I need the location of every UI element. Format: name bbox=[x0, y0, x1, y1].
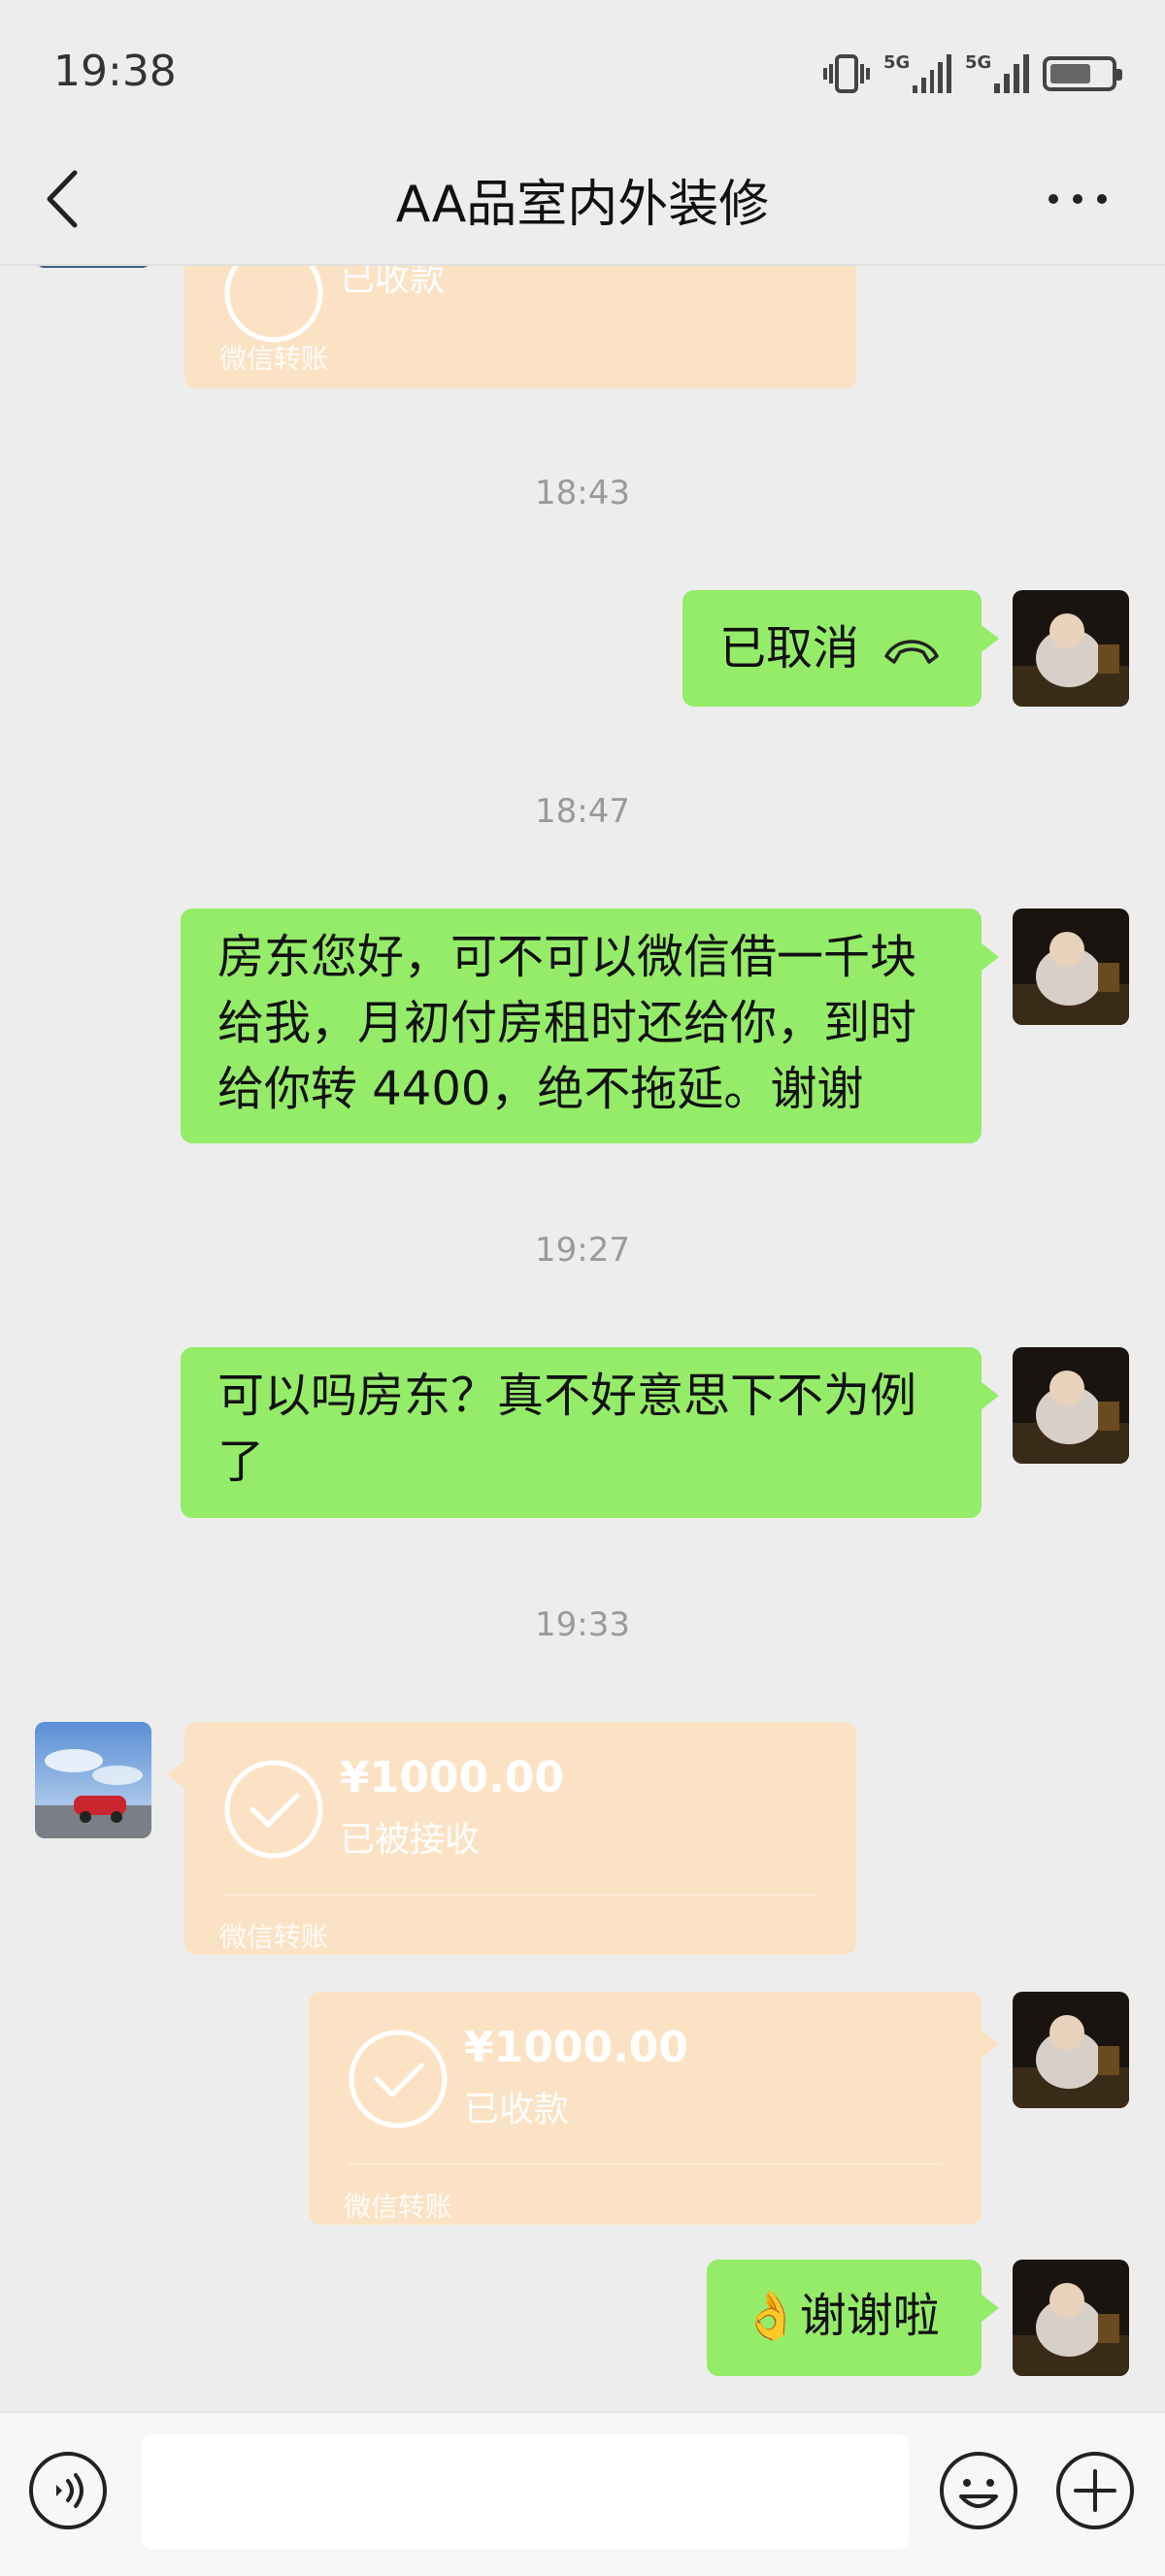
transfer-status: 已收款 bbox=[340, 266, 446, 299]
chat-title: AA品室内外装修 bbox=[395, 176, 770, 234]
plus-icon[interactable] bbox=[1054, 2450, 1136, 2531]
call-status-text: 已取消 bbox=[719, 621, 860, 676]
avatar[interactable] bbox=[35, 266, 151, 268]
transfer-status: 已收款 bbox=[464, 2090, 570, 2130]
voice-icon[interactable] bbox=[27, 2450, 109, 2531]
message-line: 给你转 4400，绝不拖延。谢谢 bbox=[217, 1062, 864, 1116]
transfer-amount: ¥1000.00 bbox=[340, 1753, 565, 1802]
message-bubble[interactable]: 可以吗房东？真不好意思下不为例 了 bbox=[181, 1347, 999, 1518]
message-line: 了 bbox=[217, 1435, 265, 1489]
timestamp: 18:47 bbox=[535, 792, 630, 831]
transfer-footer: 微信转账 bbox=[219, 343, 329, 375]
my-avatar[interactable] bbox=[1013, 1347, 1129, 1464]
check-circle-icon bbox=[349, 2030, 448, 2129]
message-bubble[interactable]: 房东您好，可不可以微信借一千块 给我，月初付房租时还给你，到时 给你转 4400… bbox=[181, 908, 999, 1143]
transfer-amount: ¥1000.00 bbox=[464, 2023, 689, 2072]
check-circle-icon bbox=[224, 266, 323, 343]
battery-charging-icon bbox=[1043, 56, 1122, 91]
transfer-status: 已被接收 bbox=[340, 1820, 481, 1860]
my-avatar[interactable] bbox=[1013, 2260, 1129, 2376]
hangup-icon bbox=[884, 640, 939, 664]
signal-icon: 5G bbox=[965, 52, 1029, 93]
my-avatar[interactable] bbox=[1013, 590, 1129, 707]
status-icons: 5G 5G bbox=[823, 50, 1122, 97]
status-time: 19:38 bbox=[53, 47, 177, 96]
message-input[interactable] bbox=[142, 2434, 909, 2549]
timestamp: 18:43 bbox=[535, 474, 630, 512]
transfer-divider bbox=[223, 1894, 817, 1896]
message-bubble[interactable]: 👌谢谢啦 bbox=[707, 2260, 999, 2376]
ok-hand-emoji: 👌 bbox=[742, 2289, 800, 2343]
contact-avatar[interactable] bbox=[35, 1722, 151, 1838]
transfer-card[interactable]: 已收款 微信转账 bbox=[184, 266, 856, 388]
transfer-divider bbox=[348, 2163, 943, 2165]
message-text: 谢谢啦 bbox=[799, 2289, 940, 2343]
signal-icon: 5G bbox=[883, 52, 951, 93]
call-message-bubble[interactable]: 已取消 bbox=[682, 590, 999, 707]
chat-area[interactable]: 已收款 微信转账 18:43 已取消 18:47 房东您好，可不可以微信借一千块… bbox=[0, 266, 1165, 2409]
transfer-card[interactable]: ¥1000.00 已收款 微信转账 bbox=[309, 1992, 999, 2225]
transfer-footer: 微信转账 bbox=[344, 2191, 453, 2223]
transfer-card[interactable]: ¥1000.00 已被接收 微信转账 bbox=[167, 1722, 856, 1955]
network-type-label: 5G bbox=[965, 52, 992, 73]
message-line: 可以吗房东？真不好意思下不为例 bbox=[217, 1369, 917, 1423]
message-line: 房东您好，可不可以微信借一千块 bbox=[217, 930, 917, 984]
emoji-icon[interactable] bbox=[938, 2450, 1019, 2531]
transfer-footer: 微信转账 bbox=[219, 1921, 329, 1953]
timestamp: 19:27 bbox=[535, 1231, 630, 1270]
check-circle-icon bbox=[224, 1760, 323, 1859]
more-icon[interactable] bbox=[1044, 175, 1112, 223]
network-type-label: 5G bbox=[883, 52, 911, 73]
my-avatar[interactable] bbox=[1013, 1992, 1129, 2108]
vibrate-icon bbox=[823, 54, 870, 93]
my-avatar[interactable] bbox=[1013, 908, 1129, 1025]
message-line: 给我，月初付房租时还给你，到时 bbox=[217, 996, 917, 1050]
timestamp: 19:33 bbox=[535, 1605, 630, 1644]
